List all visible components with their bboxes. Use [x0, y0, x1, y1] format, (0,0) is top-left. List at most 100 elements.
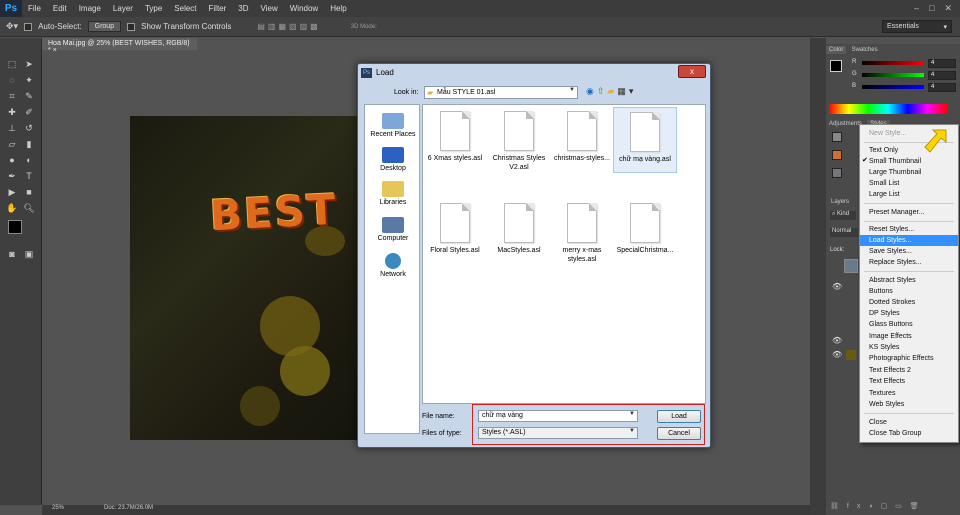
group-select[interactable]: Group — [87, 21, 122, 32]
menu-window[interactable]: Window — [284, 4, 324, 13]
move-icon[interactable]: ➤ — [22, 58, 36, 70]
file-item[interactable]: merry x-mas styles.asl — [550, 199, 614, 264]
menu-help[interactable]: Help — [324, 4, 352, 13]
menu-web-styles[interactable]: Web Styles — [860, 399, 958, 410]
menu-replace-styles[interactable]: Replace Styles... — [860, 257, 958, 268]
hand-tool-icon[interactable]: ✋ — [5, 202, 19, 214]
place-network[interactable]: Network — [365, 253, 421, 278]
place-recent[interactable]: Recent Places — [365, 113, 421, 138]
menu-3d[interactable]: 3D — [232, 4, 254, 13]
menu-glass-buttons[interactable]: Glass Buttons — [860, 319, 958, 330]
menu-file[interactable]: File — [22, 4, 47, 13]
minimize-icon[interactable]: – — [914, 3, 919, 14]
foreground-color-swatch[interactable] — [8, 220, 22, 234]
menu-text-effects[interactable]: Text Effects — [860, 376, 958, 387]
move-tool-icon[interactable]: ✥▾ — [6, 21, 18, 32]
back-icon[interactable]: ◉ — [586, 86, 597, 96]
layer-actions-icons[interactable]: ⛓fx◑▢▭🗑︎ — [830, 502, 958, 512]
tab-color[interactable]: Color — [826, 46, 847, 54]
blend-mode[interactable]: Normal — [830, 228, 858, 237]
g-value[interactable]: 4 — [928, 71, 956, 80]
menu-large-thumbnail[interactable]: Large Thumbnail — [860, 167, 958, 178]
clone-stamp-icon[interactable]: ⊥ — [5, 122, 19, 134]
blur-tool-icon[interactable]: ● — [5, 154, 19, 166]
kind-filter[interactable]: ⌕ Kind — [830, 211, 856, 220]
gradient-icon[interactable]: ▮ — [22, 138, 36, 150]
menu-large-list[interactable]: Large List — [860, 189, 958, 200]
menu-close[interactable]: Close — [860, 417, 958, 428]
marquee-tool-icon[interactable]: ⬚ — [5, 58, 19, 70]
foreground-swatch[interactable] — [830, 60, 842, 72]
menu-dotted-strokes[interactable]: Dotted Strokes — [860, 297, 958, 308]
nav-buttons[interactable]: ◉⇧▰▦▾ — [586, 86, 636, 97]
maximize-icon[interactable]: □ — [929, 3, 934, 14]
auto-select-checkbox[interactable] — [24, 22, 33, 31]
menu-layer[interactable]: Layer — [107, 4, 139, 13]
menu-text-effects-2[interactable]: Text Effects 2 — [860, 365, 958, 376]
view-menu-icon[interactable]: ▦▾ — [617, 86, 636, 96]
eraser-icon[interactable]: ▱ — [5, 138, 19, 150]
zoom-level[interactable]: 25% — [52, 505, 64, 515]
pen-tool-icon[interactable]: ✒ — [5, 170, 19, 182]
lasso-tool-icon[interactable]: ◌ — [5, 74, 19, 86]
layer-thumbnail[interactable] — [844, 259, 858, 273]
document-tab[interactable]: Hoa Mai.jpg @ 25% (BEST WISHES, RGB/8) *… — [42, 38, 197, 54]
eyedropper-icon[interactable]: ✎ — [22, 90, 36, 102]
dodge-tool-icon[interactable]: ◐ — [22, 154, 36, 166]
menu-save-styles[interactable]: Save Styles... — [860, 246, 958, 257]
b-value[interactable]: 4 — [928, 83, 956, 92]
style-swatch[interactable] — [832, 132, 842, 142]
look-in-select[interactable]: ▰ Mẫu STYLE 01.asl ▼ — [424, 86, 578, 99]
file-item[interactable]: MacStyles.asl — [487, 199, 551, 255]
zoom-tool-icon[interactable]: 🔍︎ — [22, 202, 36, 214]
show-transform-checkbox[interactable] — [127, 22, 136, 31]
menu-buttons[interactable]: Buttons — [860, 286, 958, 297]
file-item[interactable]: Christmas Styles V2.asl — [487, 107, 551, 172]
canvas[interactable] — [130, 116, 358, 440]
style-swatch[interactable] — [832, 150, 842, 160]
place-desktop[interactable]: Desktop — [365, 147, 421, 172]
tab-swatches[interactable]: Swatches — [849, 46, 881, 54]
menu-view[interactable]: View — [255, 4, 284, 13]
style-swatch[interactable] — [832, 168, 842, 178]
menu-small-list[interactable]: Small List — [860, 178, 958, 189]
file-item[interactable]: christmas-styles... — [550, 107, 614, 163]
file-item[interactable]: 6 Xmas styles.asl — [423, 107, 487, 163]
file-item[interactable]: SpecialChristma... — [613, 199, 677, 255]
menu-photographic-effects[interactable]: Photographic Effects — [860, 353, 958, 364]
file-item[interactable]: Floral Styles.asl — [423, 199, 487, 255]
menu-type[interactable]: Type — [139, 4, 168, 13]
file-item-selected[interactable]: chữ mạ vàng.asl — [613, 107, 677, 173]
menu-load-styles[interactable]: Load Styles... — [860, 235, 958, 246]
r-slider[interactable] — [862, 61, 924, 65]
visibility-eye-icon[interactable]: 👁︎ — [832, 282, 842, 291]
menu-filter[interactable]: Filter — [203, 4, 233, 13]
magic-wand-icon[interactable]: ✦ — [22, 74, 36, 86]
layer-thumbnail[interactable] — [846, 350, 856, 360]
menu-abstract-styles[interactable]: Abstract Styles — [860, 275, 958, 286]
new-folder-icon[interactable]: ▰ — [607, 86, 617, 96]
menu-dp-styles[interactable]: DP Styles — [860, 308, 958, 319]
visibility-eye-icon[interactable]: 👁︎ — [832, 336, 842, 345]
type-tool-icon[interactable]: T — [22, 170, 36, 182]
crop-tool-icon[interactable]: ⌗ — [5, 90, 19, 102]
close-icon[interactable]: ✕ — [944, 3, 952, 14]
r-value[interactable]: 4 — [928, 59, 956, 68]
visibility-eye-icon[interactable]: 👁︎ — [832, 350, 842, 359]
brush-tool-icon[interactable]: ✐ — [22, 106, 36, 118]
screen-mode-icon[interactable]: ▣ — [22, 248, 36, 260]
menu-preset-manager[interactable]: Preset Manager... — [860, 207, 958, 218]
menu-select[interactable]: Select — [168, 4, 202, 13]
g-slider[interactable] — [862, 73, 924, 77]
menu-reset-styles[interactable]: Reset Styles... — [860, 224, 958, 235]
up-folder-icon[interactable]: ⇧ — [597, 86, 608, 96]
place-computer[interactable]: Computer — [365, 217, 421, 242]
color-spectrum[interactable] — [829, 104, 947, 114]
align-icons[interactable]: ▤▥▦▧▨▩ — [257, 22, 320, 31]
tab-layers[interactable]: Layers — [828, 198, 852, 206]
close-tab-icon[interactable]: × — [53, 47, 57, 54]
dialog-close-button[interactable]: x — [678, 65, 706, 78]
quick-mask-icon[interactable]: ◙ — [5, 248, 19, 260]
menu-edit[interactable]: Edit — [47, 4, 73, 13]
shape-tool-icon[interactable]: ■ — [22, 186, 36, 198]
